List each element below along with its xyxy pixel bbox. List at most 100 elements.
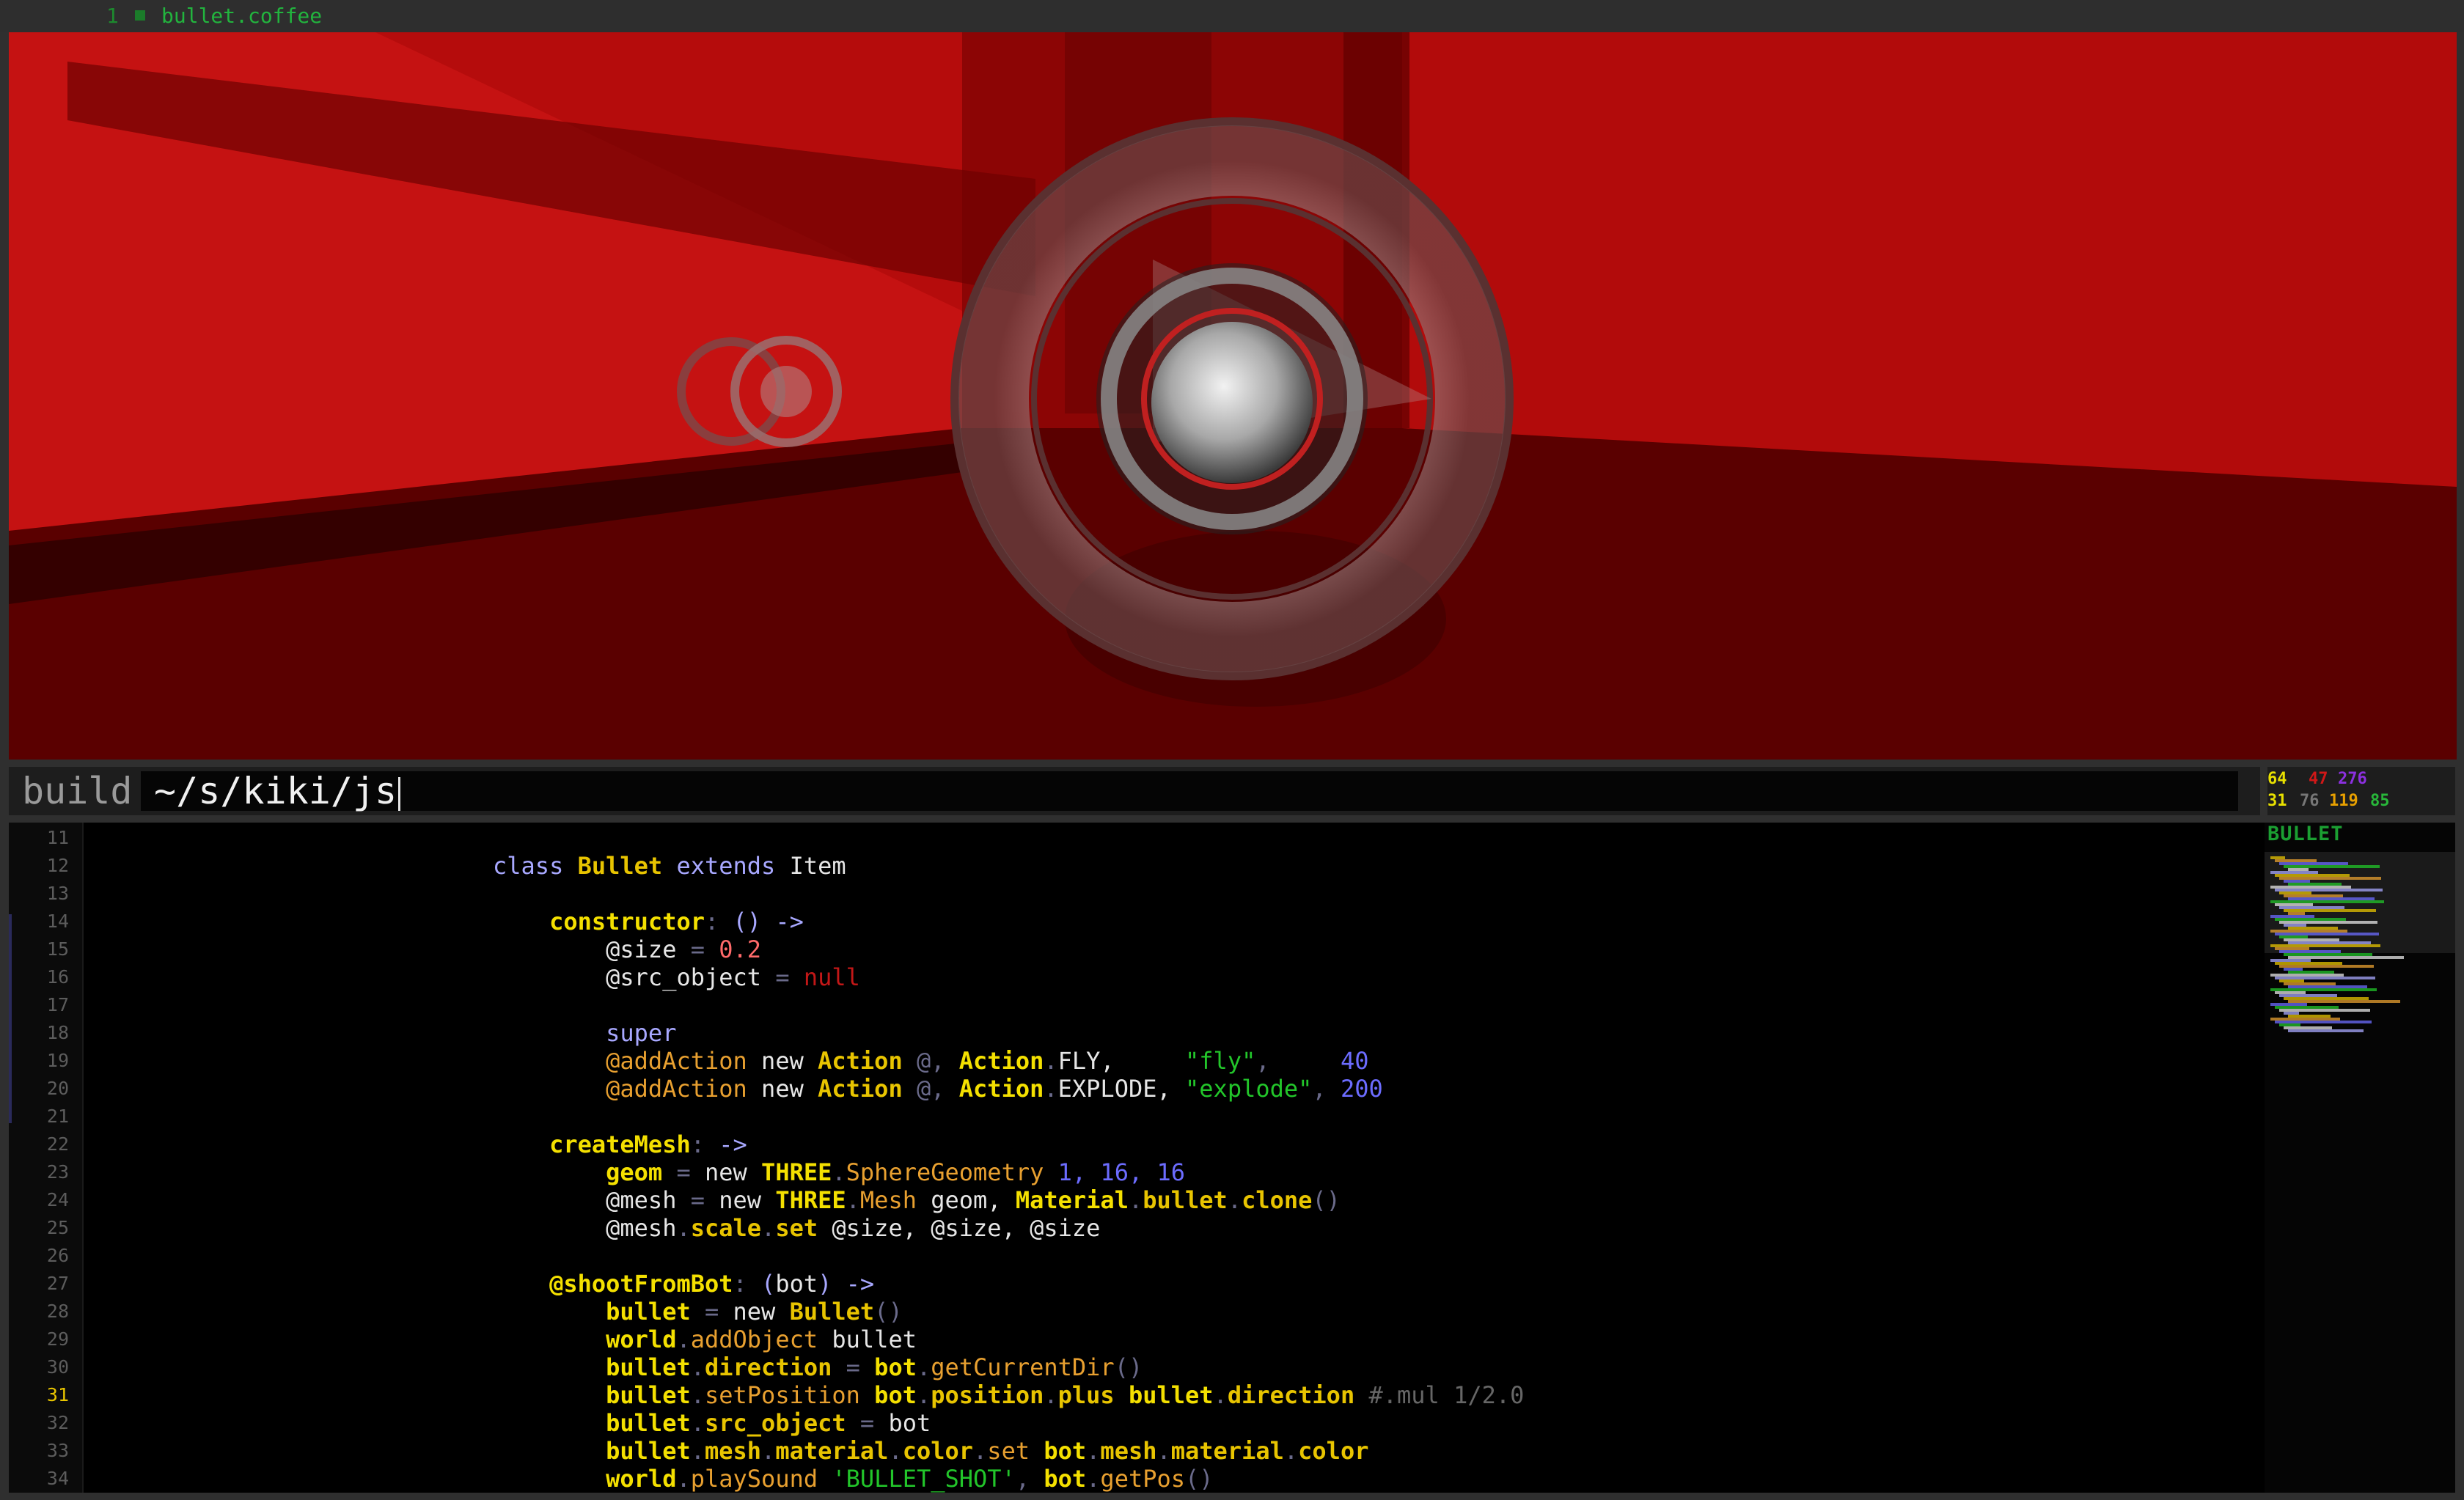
code-token: ) (818, 1270, 846, 1298)
code-editor[interactable]: 11 12 13 14 15 16 17 18 19 20 21 22 23 24 25 26 27 28 29 30… (9, 823, 2265, 1493)
code-token: mesh (1100, 1437, 1157, 1465)
code-line[interactable]: @addAction new Action @, Action.FLY, "fl… (493, 1047, 1368, 1075)
minimap-line (2288, 1029, 2364, 1032)
code-line[interactable]: @mesh = new THREE.Mesh geom, Material.bu… (493, 1186, 1341, 1214)
stat-b1: 31 (2267, 792, 2287, 810)
code-token: 200 (1340, 1075, 1383, 1103)
code-token: #.mul 1/2.0 (1368, 1381, 1525, 1409)
stat-a1: 64 (2267, 770, 2287, 788)
code-token: Action (818, 1075, 917, 1103)
line-number: 23 (46, 1161, 69, 1183)
code-token: getCurrentDir (931, 1353, 1115, 1381)
tab-modified-dot-icon (135, 10, 145, 21)
code-token: direction (704, 1353, 832, 1381)
code-token: scale (690, 1214, 762, 1242)
code-token: , (1312, 1075, 1341, 1103)
code-line[interactable]: bullet = new Bullet() (493, 1298, 903, 1326)
code-token: material (775, 1437, 889, 1465)
code-token: . (832, 1158, 846, 1186)
code-token: set (775, 1214, 832, 1242)
line-number: 25 (46, 1217, 69, 1238)
code-token: -> (719, 1130, 747, 1158)
code-token: SphereGeometry (846, 1158, 1058, 1186)
code-token: new (761, 1075, 818, 1103)
code-token: bot (888, 1409, 931, 1437)
code-line[interactable]: bullet.mesh.material.color.set bot.mesh.… (493, 1437, 1368, 1465)
tab-number[interactable]: 1 (106, 0, 119, 32)
line-number: 13 (46, 883, 69, 904)
code-token: . (1086, 1465, 1101, 1493)
code-token: bullet (493, 1381, 691, 1409)
code-line[interactable]: constructor: () -> (493, 908, 804, 935)
code-token: mesh (704, 1437, 762, 1465)
code-token: : (704, 908, 733, 935)
code-token: . (916, 1353, 931, 1381)
code-token: 1, 16, 16 (1057, 1158, 1186, 1186)
tab-file-name[interactable]: bullet.coffee (161, 0, 322, 32)
line-number: 15 (46, 938, 69, 960)
code-line[interactable]: bullet.src_object = bot (493, 1409, 931, 1437)
code-token: Mesh (859, 1186, 931, 1214)
line-number: 11 (46, 827, 69, 848)
code-token: class (493, 852, 578, 880)
code-line[interactable]: bullet.direction = bot.getCurrentDir() (493, 1353, 1143, 1381)
code-line[interactable]: class Bullet extends Item (493, 852, 846, 880)
code-line[interactable]: @src_object = null (493, 963, 860, 991)
game-viewport[interactable] (9, 32, 2457, 760)
line-number: 20 (46, 1078, 69, 1099)
code-token: world (493, 1326, 677, 1353)
code-token: @src_object (493, 963, 762, 991)
code-token: () (733, 908, 776, 935)
code-line[interactable]: @addAction new Action @, Action.EXPLODE,… (493, 1075, 1383, 1103)
code-token: bot (874, 1381, 917, 1409)
code-token: . (1044, 1047, 1058, 1075)
bottom-bar (0, 1493, 2464, 1500)
code-token: set (987, 1437, 1044, 1465)
code-token: , (1255, 1047, 1341, 1075)
code-token: new (704, 1158, 762, 1186)
code-token: Material (1015, 1186, 1129, 1214)
command-input[interactable]: ~/s/kiki/js (141, 771, 2238, 811)
line-number: 34 (46, 1468, 69, 1489)
minimap[interactable]: BULLET (2265, 823, 2455, 1493)
code-token: @size, @size, @size (832, 1214, 1101, 1242)
code-token: . (1156, 1437, 1171, 1465)
code-line[interactable]: super (493, 1019, 676, 1047)
stat-b3: 119 (2329, 792, 2358, 810)
code-token: () (1312, 1186, 1341, 1214)
code-token: null (803, 963, 860, 991)
code-token: THREE (761, 1158, 832, 1186)
code-token: ( (761, 1270, 776, 1298)
code-token: color (1298, 1437, 1369, 1465)
code-token: . (690, 1381, 705, 1409)
code-token: . (1227, 1186, 1242, 1214)
code-token: 'BULLET_SHOT' (832, 1465, 1016, 1493)
code-token: plus (1057, 1381, 1129, 1409)
code-line[interactable]: @shootFromBot: (bot) -> (493, 1270, 874, 1298)
code-token: = (690, 1298, 733, 1326)
code-token: = (676, 1186, 719, 1214)
code-token: . (1086, 1437, 1101, 1465)
code-line[interactable]: world.addObject bullet (493, 1326, 917, 1353)
code-line[interactable]: @size = 0.2 (493, 935, 761, 963)
code-token: Action (958, 1047, 1044, 1075)
code-token: = (832, 1353, 875, 1381)
code-line[interactable]: bullet.setPosition bot.position.plus bul… (493, 1381, 1524, 1409)
code-token: bullet (832, 1326, 917, 1353)
code-line[interactable]: createMesh: -> (493, 1130, 747, 1158)
code-token: . (676, 1326, 691, 1353)
line-number: 27 (46, 1273, 69, 1294)
code-token: @size (493, 935, 677, 963)
code-line[interactable]: world.playSound 'BULLET_SHOT', bot.getPo… (493, 1465, 1213, 1493)
code-token: geom (493, 1158, 663, 1186)
code-token: EXPLODE, (1057, 1075, 1186, 1103)
code-line[interactable]: @mesh.scale.set @size, @size, @size (493, 1214, 1100, 1242)
minimap-title: BULLET (2267, 823, 2344, 845)
code-line[interactable]: geom = new THREE.SphereGeometry 1, 16, 1… (493, 1158, 1185, 1186)
code-token: @, (916, 1047, 959, 1075)
line-number-gutter: 11 12 13 14 15 16 17 18 19 20 21 22 23 24 25 26 27 28 29 30… (9, 823, 84, 1493)
line-number: 16 (46, 966, 69, 988)
code-token: getPos (1100, 1465, 1186, 1493)
code-token: () (874, 1298, 903, 1326)
code-token: () (1114, 1353, 1143, 1381)
